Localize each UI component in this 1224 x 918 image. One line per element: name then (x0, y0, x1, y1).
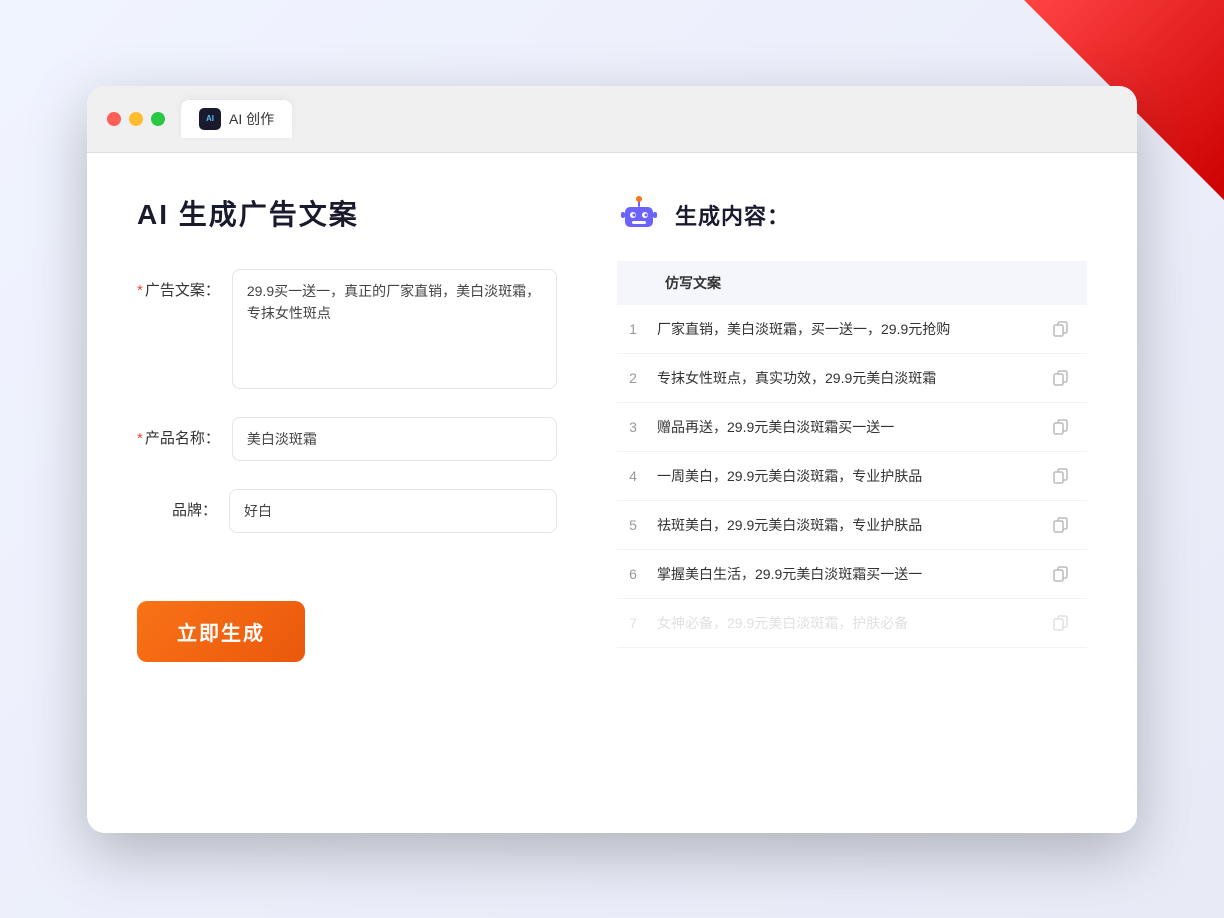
action-col-header (1044, 261, 1087, 305)
row-text: 掌握美白生活，29.9元美白淡斑霜买一送一 (649, 549, 1044, 598)
ai-tab-icon (199, 108, 221, 130)
table-row: 1厂家直销，美白淡斑霜，买一送一，29.9元抢购 (617, 305, 1087, 354)
browser-window: AI 创作 AI 生成广告文案 *广告文案： 29.9买一送一，真正的厂家直销，… (87, 86, 1137, 833)
row-index: 2 (617, 353, 649, 402)
copy-button[interactable] (1044, 451, 1087, 500)
active-tab[interactable]: AI 创作 (181, 100, 292, 138)
row-index: 4 (617, 451, 649, 500)
copy-button[interactable] (1044, 402, 1087, 451)
table-row: 4一周美白，29.9元美白淡斑霜，专业护肤品 (617, 451, 1087, 500)
row-index: 5 (617, 500, 649, 549)
table-row: 6掌握美白生活，29.9元美白淡斑霜买一送一 (617, 549, 1087, 598)
table-row: 5祛斑美白，29.9元美白淡斑霜，专业护肤品 (617, 500, 1087, 549)
brand-input[interactable]: 好白 (229, 489, 557, 533)
row-text: 厂家直销，美白淡斑霜，买一送一，29.9元抢购 (649, 305, 1044, 354)
minimize-button[interactable] (129, 112, 143, 126)
brand-group: 品牌： 好白 (137, 489, 557, 533)
copy-col-header: 仿写文案 (649, 261, 1044, 305)
window-controls (107, 112, 165, 126)
product-name-group: *产品名称： 美白淡斑霜 (137, 417, 557, 461)
row-text: 祛斑美白，29.9元美白淡斑霜，专业护肤品 (649, 500, 1044, 549)
main-content: AI 生成广告文案 *广告文案： 29.9买一送一，真正的厂家直销，美白淡斑霜，… (87, 153, 1137, 833)
product-name-label: *产品名称： (137, 417, 220, 448)
required-star: * (137, 282, 143, 299)
right-panel: 生成内容： 仿写文案 1厂家直销，美白淡斑霜，买一送一，29.9元抢购2专抹女性… (617, 193, 1087, 793)
title-bar: AI 创作 (87, 86, 1137, 153)
result-table: 仿写文案 1厂家直销，美白淡斑霜，买一送一，29.9元抢购2专抹女性斑点，真实功… (617, 261, 1087, 648)
tab-label: AI 创作 (229, 109, 274, 129)
ad-copy-group: *广告文案： 29.9买一送一，真正的厂家直销，美白淡斑霜，专抹女性斑点 (137, 269, 557, 389)
required-star-2: * (137, 430, 143, 447)
page-title: AI 生成广告文案 (137, 193, 557, 233)
ad-copy-textarea[interactable]: 29.9买一送一，真正的厂家直销，美白淡斑霜，专抹女性斑点 (232, 269, 557, 389)
close-button[interactable] (107, 112, 121, 126)
row-index: 7 (617, 598, 649, 647)
left-panel: AI 生成广告文案 *广告文案： 29.9买一送一，真正的厂家直销，美白淡斑霜，… (137, 193, 557, 793)
table-row: 7女神必备，29.9元美白淡斑霜，护肤必备 (617, 598, 1087, 647)
row-text: 女神必备，29.9元美白淡斑霜，护肤必备 (649, 598, 1044, 647)
maximize-button[interactable] (151, 112, 165, 126)
generate-button[interactable]: 立即生成 (137, 601, 305, 662)
table-row: 2专抹女性斑点，真实功效，29.9元美白淡斑霜 (617, 353, 1087, 402)
row-index: 1 (617, 305, 649, 354)
table-row: 3赠品再送，29.9元美白淡斑霜买一送一 (617, 402, 1087, 451)
robot-icon (617, 193, 661, 237)
brand-label: 品牌： (137, 489, 217, 520)
copy-button[interactable] (1044, 353, 1087, 402)
row-index: 3 (617, 402, 649, 451)
copy-button[interactable] (1044, 500, 1087, 549)
row-text: 专抹女性斑点，真实功效，29.9元美白淡斑霜 (649, 353, 1044, 402)
copy-button[interactable] (1044, 598, 1087, 647)
result-title: 生成内容： (675, 199, 790, 231)
row-index: 6 (617, 549, 649, 598)
copy-button[interactable] (1044, 305, 1087, 354)
row-text: 一周美白，29.9元美白淡斑霜，专业护肤品 (649, 451, 1044, 500)
index-col-header (617, 261, 649, 305)
row-text: 赠品再送，29.9元美白淡斑霜买一送一 (649, 402, 1044, 451)
result-header: 生成内容： (617, 193, 1087, 237)
ad-copy-label: *广告文案： (137, 269, 220, 300)
copy-button[interactable] (1044, 549, 1087, 598)
product-name-input[interactable]: 美白淡斑霜 (232, 417, 557, 461)
